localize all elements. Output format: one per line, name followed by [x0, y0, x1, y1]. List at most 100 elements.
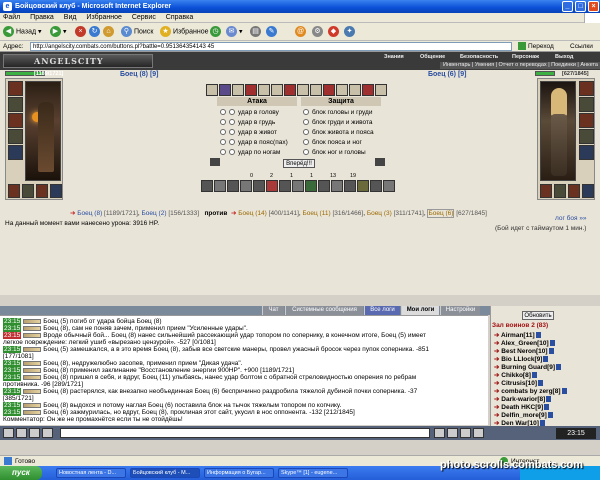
chat-timestamp[interactable]: 23:15 [3, 346, 22, 353]
chat-log[interactable]: 23:15 Боец (5) погиб от удара бойца Боец … [0, 315, 488, 425]
spell-slot-2[interactable] [214, 180, 226, 192]
item-slot-6[interactable] [271, 84, 283, 96]
refresh-page-button[interactable]: ↻ [89, 26, 102, 38]
ring2-slot[interactable] [22, 184, 34, 198]
spell-slot-11[interactable] [331, 180, 343, 192]
menu-edit[interactable]: Правка [30, 14, 54, 21]
right-boots-slot[interactable] [582, 184, 594, 198]
chat-timestamp[interactable]: 23:15 [3, 388, 22, 395]
nav-knowledge[interactable]: Знания [384, 54, 404, 60]
nav-character[interactable]: Персонаж [512, 54, 539, 60]
item-slot-5[interactable] [258, 84, 270, 96]
mail-button[interactable]: ✉ ▾ [226, 26, 243, 38]
team-right-4[interactable]: Боец (6) [427, 209, 455, 218]
go-attack-button[interactable]: Вперёд!!! [283, 159, 315, 168]
right-ring1-slot[interactable] [540, 184, 552, 198]
chat-timestamp[interactable]: 23:15 [3, 332, 22, 339]
attack-option-belly[interactable]: удар в живот [220, 128, 277, 137]
attack-option-head[interactable]: удар в голову [220, 108, 279, 117]
send-button[interactable] [434, 428, 445, 438]
team-left-2[interactable]: Боец (2) [142, 210, 167, 217]
spell-slot-13[interactable] [357, 180, 369, 192]
chat-timestamp[interactable]: 23:15 [3, 360, 22, 367]
armor-slot[interactable] [8, 129, 23, 144]
spell-slot-12[interactable] [344, 180, 356, 192]
clear-icon[interactable] [16, 428, 27, 438]
color-icon[interactable] [42, 428, 53, 438]
right-armor-slot[interactable] [579, 129, 594, 144]
right-helmet-slot[interactable] [579, 81, 594, 96]
task-combats[interactable]: Бойцовский клуб - M... [130, 468, 200, 478]
left-fighter-header[interactable]: Боец (8) [9] [120, 71, 159, 78]
weapon-slot[interactable] [8, 113, 23, 128]
nav-exit[interactable]: Выход [555, 54, 573, 60]
defense-option-5[interactable]: блок ног и головы [303, 148, 366, 157]
task-news[interactable]: Новостная лента - D... [56, 468, 126, 478]
tools-button[interactable]: ✦ [344, 26, 357, 38]
amulet-slot[interactable] [8, 97, 23, 112]
right-shield-icon[interactable] [375, 158, 385, 166]
address-input[interactable]: http://angelscity.combats.com/buttons.pl… [30, 42, 512, 51]
attack-option-chest[interactable]: удар в грудь [220, 118, 275, 127]
helmet-slot[interactable] [8, 81, 23, 96]
right-belt-slot[interactable] [579, 145, 594, 160]
item-slot-12[interactable] [349, 84, 361, 96]
print-button[interactable]: ▤ [250, 26, 263, 38]
spell-slot-14[interactable] [370, 180, 382, 192]
exit-chat-button[interactable] [473, 428, 484, 438]
menu-favorites[interactable]: Избранное [86, 14, 121, 21]
gloves-slot[interactable] [36, 184, 48, 198]
left-shield-icon[interactable] [210, 158, 220, 166]
defense-option-1[interactable]: блок головы и груди [303, 108, 372, 117]
attack-option-legs[interactable]: удар по ногам [220, 148, 280, 157]
team-left-1[interactable]: Боец (8) [77, 210, 102, 217]
item-slot-9[interactable] [310, 84, 322, 96]
attack-option-waist[interactable]: удар в пояс(пах) [220, 138, 288, 147]
tab-all-logs[interactable]: Все логи [364, 306, 400, 315]
links-button[interactable]: Ссылки [570, 41, 593, 52]
spell-slot-9[interactable] [305, 180, 317, 192]
ring1-slot[interactable] [8, 184, 20, 198]
menu-help[interactable]: Справка [166, 14, 193, 21]
search-button[interactable]: ⚲ Поиск [121, 26, 153, 38]
right-fighter-header[interactable]: Боец (6) [9] [428, 71, 467, 78]
smile-icon[interactable] [3, 428, 14, 438]
gear-button[interactable]: ⚙ [312, 26, 325, 38]
boots-slot[interactable] [50, 184, 62, 198]
team-right-1[interactable]: Боец (14) [238, 210, 267, 217]
belt-slot[interactable] [8, 145, 23, 160]
nav-security[interactable]: Безопасность [460, 54, 498, 60]
spell-slot-15[interactable] [383, 180, 395, 192]
team-right-3[interactable]: Боец (3) [367, 210, 392, 217]
spell-slot-4[interactable] [240, 180, 252, 192]
chat-timestamp[interactable]: 23:15 [3, 409, 22, 416]
item-slot-14[interactable] [375, 84, 387, 96]
right-ring2-slot[interactable] [554, 184, 566, 198]
forward-button[interactable]: ▶ ▾ [50, 26, 67, 38]
tab-settings[interactable]: Настройки [440, 306, 480, 315]
window-title-bar[interactable]: e Бойцовский клуб - Microsoft Internet E… [0, 0, 600, 13]
menu-tools[interactable]: Сервис [132, 14, 156, 21]
edit-button[interactable]: ✎ [266, 26, 279, 38]
defense-option-3[interactable]: блок живота и пояса [303, 128, 374, 137]
start-button[interactable]: пуск [0, 466, 42, 480]
minimize-button[interactable]: _ [562, 1, 573, 12]
favorites-button[interactable]: ★ Избранное [160, 26, 208, 38]
help-button[interactable] [460, 428, 471, 438]
tab-my-logs[interactable]: Мои логи [401, 306, 439, 315]
home-button[interactable]: ⌂ [103, 26, 116, 38]
spell-slot-1[interactable] [201, 180, 213, 192]
item-slot-1[interactable] [206, 84, 218, 96]
refresh-list-button[interactable]: Обновить [522, 311, 554, 320]
right-amulet-slot[interactable] [579, 97, 594, 112]
spell-slot-7[interactable] [279, 180, 291, 192]
chat-timestamp[interactable]: 23:15 [3, 374, 22, 381]
team-right-2[interactable]: Боец (11) [303, 210, 331, 217]
chat-timestamp[interactable]: 23:15 [3, 325, 22, 332]
spell-slot-10[interactable] [318, 180, 330, 192]
game-sub-nav[interactable]: Инвентарь | Умения | Отчет о переводах |… [440, 62, 600, 69]
tab-chat[interactable]: Чат [262, 306, 284, 315]
messenger-button[interactable]: @ [295, 26, 308, 38]
maximize-button[interactable]: □ [575, 1, 586, 12]
spell-slot-6[interactable] [266, 180, 278, 192]
